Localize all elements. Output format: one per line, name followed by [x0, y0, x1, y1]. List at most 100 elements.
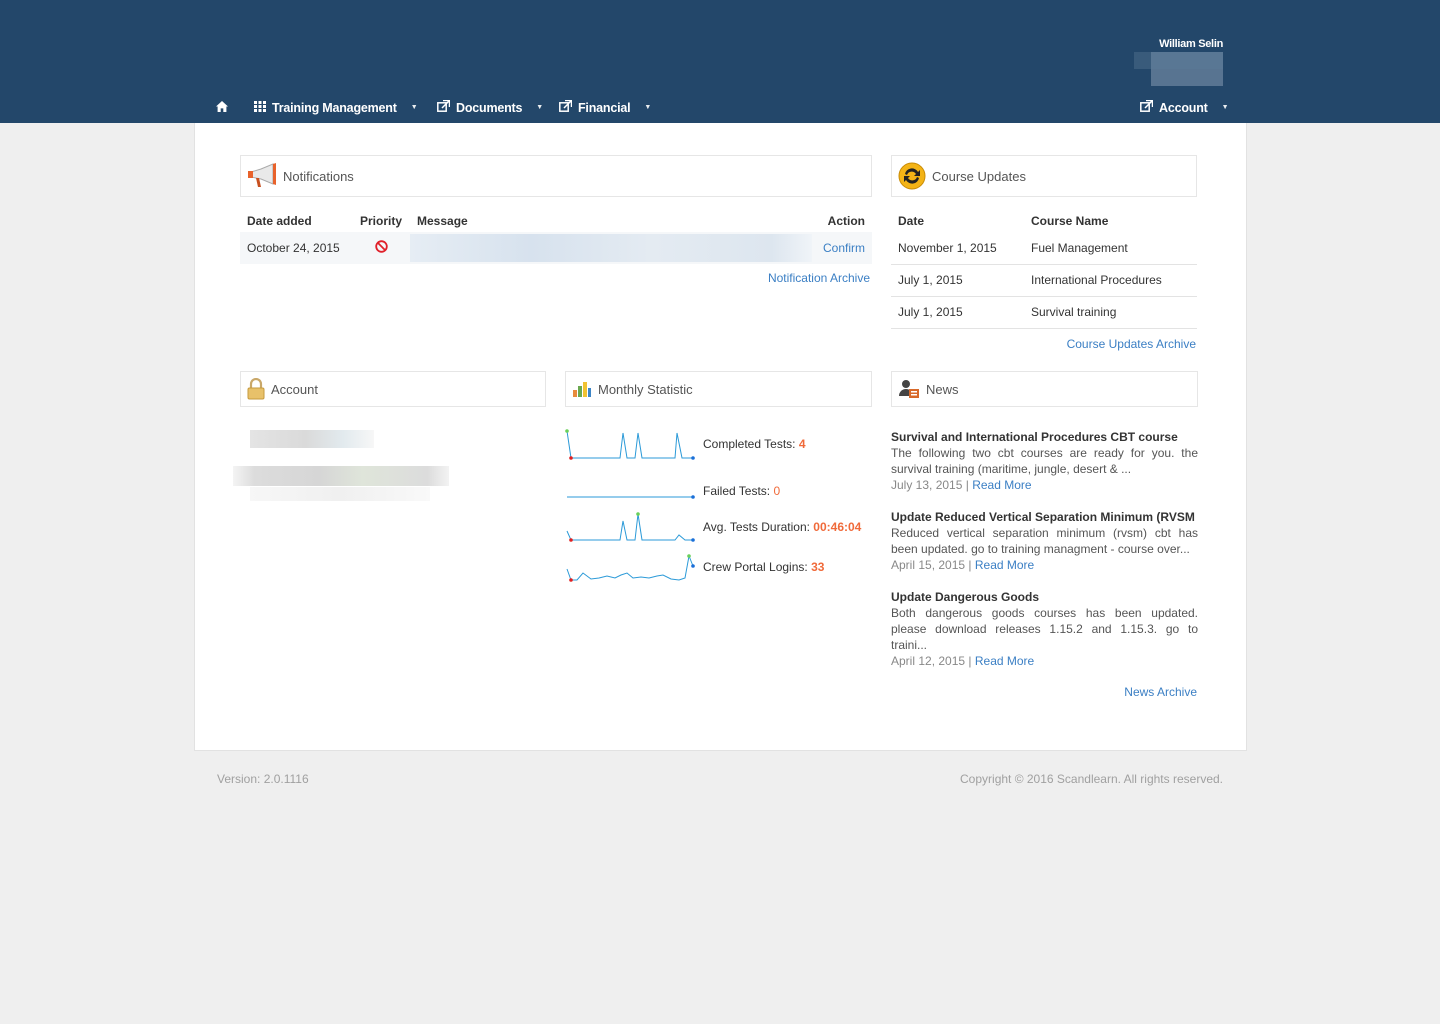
notifications-header: Notifications — [240, 155, 872, 197]
column-header: Course Name — [1031, 214, 1109, 228]
nav-training-management-label: Training Management — [272, 101, 397, 115]
refresh-icon — [898, 162, 926, 190]
table-row[interactable]: July 1, 2015 Survival training — [891, 296, 1197, 329]
account-info-redacted — [250, 430, 374, 448]
chevron-down-icon: ▼ — [536, 104, 544, 111]
stat-label: Completed Tests: — [703, 437, 796, 451]
top-header: William Selin Training Management ▼ Docu… — [0, 0, 1440, 123]
news-item-body: The following two cbt courses are ready … — [891, 446, 1198, 476]
column-header: Message — [417, 214, 468, 228]
lock-icon — [247, 378, 265, 400]
external-link-icon — [1140, 94, 1154, 122]
monthly-statistic-title: Monthly Statistic — [598, 381, 693, 397]
update-date: November 1, 2015 — [891, 232, 1024, 265]
update-course: Survival training — [1024, 296, 1197, 329]
nav-account[interactable]: Account ▼ — [1140, 94, 1229, 122]
news-archive-link[interactable]: News Archive — [1124, 685, 1197, 699]
dashboard-panel: Notifications Date added Priority Messag… — [194, 123, 1247, 751]
bar-chart-icon — [572, 380, 592, 398]
news-item-date: April 15, 2015 — [891, 558, 966, 572]
stat-value: 33 — [811, 560, 825, 574]
version-text: Version: 2.0.1116 — [217, 772, 309, 786]
monthly-statistic-header: Monthly Statistic — [565, 371, 872, 407]
read-more-link[interactable]: Read More — [972, 478, 1031, 492]
user-name[interactable]: William Selin — [1159, 38, 1223, 50]
column-header: Date — [898, 214, 925, 228]
news-person-icon — [898, 378, 920, 400]
table-row: October 24, 2015 Confirm — [240, 232, 872, 264]
notification-date: October 24, 2015 — [240, 232, 353, 264]
grid-icon — [254, 94, 266, 122]
news-item-title[interactable]: Survival and International Procedures CB… — [891, 429, 1198, 445]
user-avatar-redacted[interactable] — [1134, 52, 1223, 86]
stat-value: 0 — [773, 484, 781, 498]
no-entry-icon — [375, 240, 388, 256]
news-title: News — [926, 381, 959, 397]
column-header: Priority — [360, 214, 403, 228]
nav-documents-label: Documents — [456, 101, 523, 115]
account-info-redacted — [250, 487, 430, 501]
nav-home[interactable] — [216, 94, 228, 122]
megaphone-icon — [247, 163, 277, 189]
account-title: Account — [271, 381, 318, 397]
sparkline-completed-tests — [565, 429, 695, 460]
news-item-title[interactable]: Update Reduced Vertical Separation Minim… — [891, 509, 1198, 525]
nav-financial-label: Financial — [578, 101, 631, 115]
table-row[interactable]: November 1, 2015 Fuel Management — [891, 232, 1197, 265]
news-item-body: Reduced vertical separation minimum (rvs… — [891, 526, 1198, 556]
read-more-link[interactable]: Read More — [975, 558, 1034, 572]
course-updates-archive-link[interactable]: Course Updates Archive — [1067, 337, 1196, 351]
chevron-down-icon: ▼ — [644, 104, 652, 111]
update-date: July 1, 2015 — [891, 296, 1024, 329]
stat-label: Failed Tests: — [703, 484, 771, 498]
table-row[interactable]: July 1, 2015 International Procedures — [891, 264, 1197, 297]
news-item: Update Reduced Vertical Separation Minim… — [891, 509, 1198, 572]
notification-archive-link[interactable]: Notification Archive — [768, 271, 870, 285]
stat-crew-portal-logins: Crew Portal Logins: 33 — [565, 551, 824, 583]
nav-training-management[interactable]: Training Management ▼ — [254, 94, 418, 122]
news-item-date: July 13, 2015 — [891, 478, 963, 492]
sparkline-failed-tests — [567, 495, 695, 499]
copyright-text: Copyright © 2016 Scandlearn. All rights … — [960, 772, 1223, 786]
course-updates-title: Course Updates — [932, 168, 1026, 184]
nav-account-label: Account — [1159, 101, 1208, 115]
update-course: International Procedures — [1024, 264, 1197, 297]
news-list: Survival and International Procedures CB… — [891, 429, 1198, 685]
news-item-date: April 12, 2015 — [891, 654, 966, 668]
nav-financial[interactable]: Financial ▼ — [559, 94, 651, 122]
news-item-body: Both dangerous goods courses has been up… — [891, 606, 1198, 652]
main-nav: Training Management ▼ Documents ▼ Financ… — [0, 94, 1440, 122]
read-more-link[interactable]: Read More — [975, 654, 1034, 668]
course-updates-table: Date Course Name November 1, 2015 Fuel M… — [891, 210, 1197, 329]
news-item: Update Dangerous Goods Both dangerous go… — [891, 589, 1198, 668]
notification-message-redacted — [410, 232, 812, 264]
stat-value: 00:46:04 — [813, 520, 862, 534]
home-icon — [216, 94, 228, 122]
notifications-title: Notifications — [283, 168, 354, 184]
stat-avg-duration: Avg. Tests Duration: 00:46:04 — [565, 511, 861, 543]
news-item-title[interactable]: Update Dangerous Goods — [891, 589, 1198, 605]
stat-label: Crew Portal Logins: — [703, 560, 808, 574]
chevron-down-icon: ▼ — [410, 104, 418, 111]
external-link-icon — [559, 94, 573, 122]
stat-label: Avg. Tests Duration: — [703, 520, 810, 534]
sparkline-avg-duration — [566, 512, 695, 542]
column-header: Date added — [247, 214, 312, 228]
stat-completed-tests: Completed Tests: 4 — [565, 428, 806, 460]
account-info-redacted — [233, 466, 449, 486]
account-header: Account — [240, 371, 546, 407]
update-course: Fuel Management — [1024, 232, 1197, 265]
chevron-down-icon: ▼ — [1221, 104, 1229, 111]
external-link-icon — [437, 94, 451, 122]
sparkline-crew-portal-logins — [566, 554, 695, 582]
confirm-link[interactable]: Confirm — [823, 241, 865, 255]
nav-documents[interactable]: Documents ▼ — [437, 94, 543, 122]
stat-failed-tests: Failed Tests: 0 — [565, 483, 780, 499]
update-date: July 1, 2015 — [891, 264, 1024, 297]
course-updates-header: Course Updates — [891, 155, 1197, 197]
news-header: News — [891, 371, 1198, 407]
notifications-table: Date added Priority Message Action Octob… — [240, 210, 872, 264]
column-header: Action — [827, 214, 865, 228]
stat-value: 4 — [798, 437, 806, 451]
news-item: Survival and International Procedures CB… — [891, 429, 1198, 492]
